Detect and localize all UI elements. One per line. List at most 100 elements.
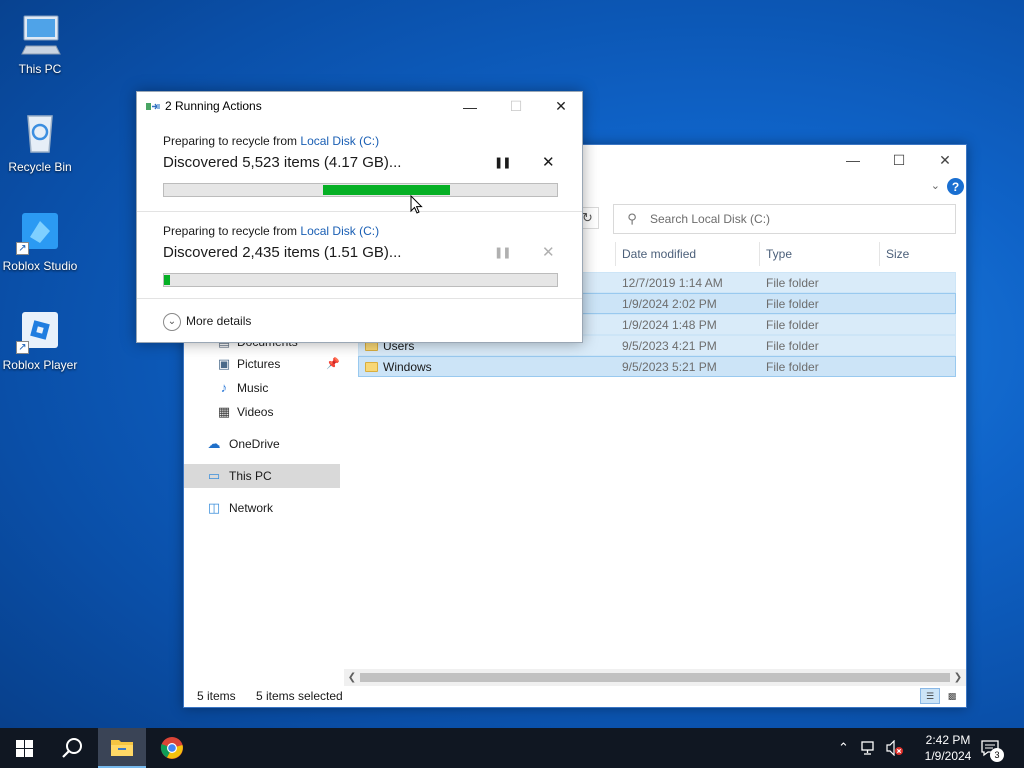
taskbar-clock[interactable]: 2:42 PM 1/9/2024 [918, 732, 978, 764]
search-icon [62, 738, 82, 758]
taskbar: ⌃ 2:42 PM 1/9/2024 [0, 728, 1024, 768]
dialog-titlebar[interactable]: 2 Running Actions — ☐ ✕ [137, 92, 582, 121]
nav-item-onedrive[interactable]: ☁ OneDrive [184, 432, 340, 456]
maximize-button[interactable]: ☐ [876, 145, 922, 175]
description-prefix: Preparing to recycle from [163, 224, 301, 238]
file-date: 9/5/2023 5:21 PM [622, 360, 717, 374]
network-status-icon[interactable] [861, 728, 881, 768]
maximize-button: ☐ [509, 98, 523, 114]
network-icon: ◫ [207, 500, 221, 515]
shortcut-arrow-icon: ↗ [16, 341, 29, 354]
desktop-icon-roblox-studio[interactable]: ↗ Roblox Studio [2, 201, 78, 289]
nav-item-network[interactable]: ◫ Network [184, 496, 340, 520]
search-input[interactable]: ⚲ Search Local Disk (C:) [613, 204, 956, 234]
mouse-cursor-icon [410, 195, 423, 214]
selected-count: 5 items selected [256, 689, 343, 703]
dialog-title: 2 Running Actions [165, 99, 262, 113]
desktop-icon-roblox-player[interactable]: ↗ Roblox Player [2, 300, 78, 388]
progress-fill [164, 275, 170, 285]
volume-button[interactable] [885, 728, 907, 768]
large-icons-view-icon[interactable]: ▩ [942, 688, 962, 704]
minimize-button[interactable]: — [447, 92, 493, 121]
roblox-studio-icon: ↗ [16, 207, 64, 255]
divider [137, 211, 582, 212]
nav-item-this-pc[interactable]: ▭ This PC [184, 464, 340, 488]
location-link[interactable]: Local Disk (C:) [300, 224, 379, 238]
help-icon[interactable]: ? [947, 178, 964, 195]
notification-count-badge: 3 [990, 748, 1004, 762]
close-button[interactable]: ✕ [538, 92, 584, 121]
desktop-icon-label: Roblox Studio [2, 259, 78, 273]
folder-icon [365, 362, 378, 372]
clock-time: 2:42 PM [925, 733, 971, 747]
cancel-operation-button[interactable]: ✕ [542, 243, 555, 261]
pictures-icon: ▣ [217, 356, 231, 371]
file-type: File folder [766, 318, 819, 332]
running-actions-dialog: 2 Running Actions — ☐ ✕ Preparing to rec… [136, 91, 583, 343]
desktop-icon-recycle-bin[interactable]: Recycle Bin [2, 102, 78, 190]
folder-icon [111, 740, 133, 756]
description-prefix: Preparing to recycle from [163, 134, 301, 148]
nav-label: OneDrive [229, 437, 280, 451]
windows-logo-icon [15, 739, 33, 757]
file-date: 1/9/2024 1:48 PM [622, 318, 717, 332]
network-icon [861, 741, 874, 755]
operation-description: Preparing to recycle from Local Disk (C:… [163, 134, 379, 148]
minimize-button[interactable]: — [830, 145, 876, 175]
nav-label: Network [229, 501, 274, 515]
file-type: File folder [766, 339, 819, 353]
search-button[interactable] [48, 728, 96, 768]
clock-date: 1/9/2024 [924, 749, 972, 763]
nav-label: Music [237, 381, 269, 395]
computer-icon: ▭ [207, 468, 221, 483]
column-size[interactable]: Size [879, 242, 959, 266]
operation-headline: Discovered 2,435 items (1.51 GB)... [163, 244, 402, 261]
roblox-player-icon: ↗ [16, 306, 64, 354]
cancel-operation-button[interactable]: ✕ [542, 153, 555, 171]
nav-item-pictures[interactable]: ▣ Pictures 📌 [184, 352, 340, 376]
start-button[interactable] [0, 728, 48, 768]
scroll-right-icon[interactable]: ❯ [950, 669, 966, 686]
volume-muted-icon [886, 740, 903, 756]
computer-icon [16, 10, 64, 58]
pin-icon[interactable]: 📌 [326, 352, 340, 376]
table-row[interactable]: Windows 9/5/2023 5:21 PM File folder [358, 356, 956, 377]
shortcut-arrow-icon: ↗ [16, 242, 29, 255]
details-view-icon[interactable]: ☰ [920, 688, 940, 704]
more-details-label: More details [186, 314, 252, 328]
search-icon: ⚲ [627, 211, 637, 226]
chrome-icon [160, 737, 183, 759]
divider [137, 298, 582, 299]
desktop-icon-label: This PC [18, 62, 62, 76]
progress-bar [163, 183, 558, 197]
pause-button[interactable]: ❚❚ [494, 156, 511, 169]
scroll-left-icon[interactable]: ❮ [344, 669, 360, 686]
onedrive-icon: ☁ [207, 436, 221, 451]
close-button[interactable]: ✕ [922, 145, 968, 175]
file-date: 12/7/2019 1:14 AM [622, 276, 723, 290]
progress-bar [163, 273, 558, 287]
nav-item-music[interactable]: ♪ Music [184, 376, 340, 400]
chevron-down-icon: ⌄ [163, 312, 181, 331]
taskbar-chrome[interactable] [148, 728, 196, 768]
pause-button[interactable]: ❚❚ [494, 246, 511, 259]
nav-label: Videos [237, 405, 274, 419]
desktop-icon-label: Recycle Bin [8, 160, 72, 174]
recycle-bin-icon [16, 108, 64, 156]
nav-item-videos[interactable]: ▦ Videos [184, 400, 340, 424]
show-hidden-icons-button[interactable]: ⌃ [838, 728, 856, 768]
taskbar-file-explorer[interactable] [98, 728, 146, 768]
column-type[interactable]: Type [759, 242, 879, 266]
status-bar: 5 items 5 items selected ☰ ▩ [184, 685, 966, 707]
expand-ribbon-icon[interactable]: ⌄ [931, 179, 940, 192]
column-date-modified[interactable]: Date modified [615, 242, 759, 266]
horizontal-scrollbar[interactable]: ❮ ❯ [344, 669, 966, 686]
file-name: Windows [383, 360, 432, 374]
file-type: File folder [766, 276, 819, 290]
location-link[interactable]: Local Disk (C:) [300, 134, 379, 148]
progress-fill [323, 185, 450, 195]
desktop-icon-this-pc[interactable]: This PC [2, 4, 78, 92]
scrollbar-thumb[interactable] [360, 673, 950, 682]
operation-headline: Discovered 5,523 items (4.17 GB)... [163, 154, 402, 171]
more-details-button[interactable]: ⌄ More details [163, 311, 251, 331]
